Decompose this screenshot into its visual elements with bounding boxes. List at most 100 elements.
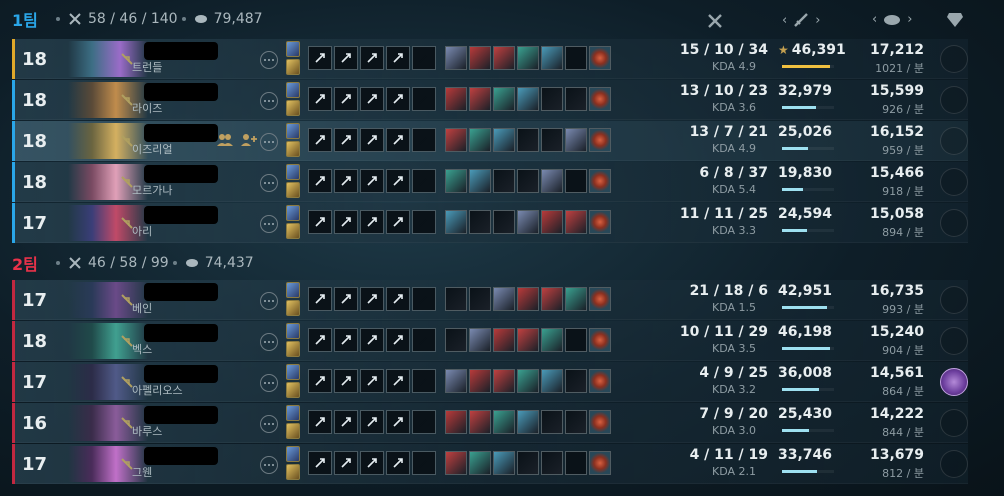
rune-slot[interactable] <box>308 46 332 70</box>
summoner-spell-2[interactable] <box>286 464 300 480</box>
item-slot[interactable] <box>517 210 539 234</box>
honor-badge[interactable] <box>940 127 968 155</box>
rune-slot[interactable] <box>360 128 384 152</box>
rune-slot[interactable] <box>360 451 384 475</box>
rune-slot[interactable] <box>334 210 358 234</box>
rune-slot[interactable] <box>360 87 384 111</box>
rune-slot[interactable] <box>412 46 436 70</box>
item-slot[interactable] <box>517 169 539 193</box>
item-slot[interactable] <box>469 210 491 234</box>
item-slot[interactable] <box>541 287 563 311</box>
item-slot[interactable] <box>445 128 467 152</box>
item-slot[interactable] <box>541 369 563 393</box>
summoner-spell-2[interactable] <box>286 141 300 157</box>
summoner-spell-2[interactable] <box>286 300 300 316</box>
summoner-spell-2[interactable] <box>286 182 300 198</box>
damage-column-header[interactable]: ‹ › <box>782 12 820 28</box>
item-slot[interactable] <box>445 210 467 234</box>
more-options-button[interactable] <box>260 133 278 151</box>
item-slot[interactable] <box>541 328 563 352</box>
more-options-button[interactable] <box>260 333 278 351</box>
rune-slot[interactable] <box>360 287 384 311</box>
rune-slot[interactable] <box>308 451 332 475</box>
rune-slot[interactable] <box>412 287 436 311</box>
honor-badge[interactable] <box>940 286 968 314</box>
summoner-spell-2[interactable] <box>286 223 300 239</box>
trinket-slot[interactable] <box>589 369 611 393</box>
item-slot[interactable] <box>541 128 563 152</box>
chevron-left-icon[interactable]: ‹ <box>872 12 877 27</box>
rune-slot[interactable] <box>386 169 410 193</box>
item-slot[interactable] <box>493 46 515 70</box>
item-slot[interactable] <box>565 369 587 393</box>
honor-badge[interactable] <box>940 409 968 437</box>
item-slot[interactable] <box>493 328 515 352</box>
item-slot[interactable] <box>445 451 467 475</box>
rune-slot[interactable] <box>308 328 332 352</box>
rune-slot[interactable] <box>334 451 358 475</box>
honor-badge[interactable] <box>940 368 968 396</box>
item-slot[interactable] <box>517 328 539 352</box>
rune-slot[interactable] <box>360 369 384 393</box>
player-row[interactable]: 18 모르가나 6 / 8 / 37 KDA 5.4 19,830 15,466… <box>12 162 968 202</box>
rune-slot[interactable] <box>334 87 358 111</box>
player-row[interactable]: 18 벡스 10 / 11 / 29 KDA 3.5 46,198 15,240… <box>12 321 968 361</box>
trinket-slot[interactable] <box>589 451 611 475</box>
item-slot[interactable] <box>565 410 587 434</box>
add-friend-icon[interactable] <box>240 133 258 147</box>
rune-slot[interactable] <box>308 369 332 393</box>
rune-slot[interactable] <box>386 287 410 311</box>
chevron-right-icon[interactable]: › <box>815 13 820 28</box>
item-slot[interactable] <box>445 328 467 352</box>
party-icon[interactable] <box>216 133 234 147</box>
summoner-spell-2[interactable] <box>286 100 300 116</box>
player-row[interactable]: 17 베인 21 / 18 / 6 KDA 1.5 42,951 16,735 … <box>12 280 968 320</box>
item-slot[interactable] <box>445 87 467 111</box>
honor-badge[interactable] <box>940 209 968 237</box>
rune-slot[interactable] <box>386 46 410 70</box>
item-slot[interactable] <box>445 46 467 70</box>
item-slot[interactable] <box>493 87 515 111</box>
item-slot[interactable] <box>469 410 491 434</box>
summoner-spell-1[interactable] <box>286 164 300 180</box>
trinket-slot[interactable] <box>589 87 611 111</box>
trinket-slot[interactable] <box>589 287 611 311</box>
item-slot[interactable] <box>469 369 491 393</box>
rune-slot[interactable] <box>412 128 436 152</box>
item-slot[interactable] <box>541 46 563 70</box>
item-slot[interactable] <box>517 128 539 152</box>
item-slot[interactable] <box>469 451 491 475</box>
summoner-spell-1[interactable] <box>286 82 300 98</box>
rune-slot[interactable] <box>386 128 410 152</box>
rune-slot[interactable] <box>412 451 436 475</box>
item-slot[interactable] <box>493 210 515 234</box>
more-options-button[interactable] <box>260 415 278 433</box>
rune-slot[interactable] <box>334 369 358 393</box>
item-slot[interactable] <box>541 87 563 111</box>
item-slot[interactable] <box>517 287 539 311</box>
item-slot[interactable] <box>493 287 515 311</box>
item-slot[interactable] <box>517 46 539 70</box>
item-slot[interactable] <box>565 210 587 234</box>
item-slot[interactable] <box>517 451 539 475</box>
rune-slot[interactable] <box>412 169 436 193</box>
summoner-spell-1[interactable] <box>286 282 300 298</box>
trinket-slot[interactable] <box>589 128 611 152</box>
rune-slot[interactable] <box>412 369 436 393</box>
trinket-slot[interactable] <box>589 46 611 70</box>
chevron-left-icon[interactable]: ‹ <box>782 13 787 28</box>
item-slot[interactable] <box>469 287 491 311</box>
item-slot[interactable] <box>517 369 539 393</box>
item-slot[interactable] <box>445 287 467 311</box>
rune-slot[interactable] <box>386 451 410 475</box>
honor-badge[interactable] <box>940 45 968 73</box>
player-row[interactable]: 18 트런들 15 / 10 / 34 KDA 4.9 ★ 46,391 17,2… <box>12 39 968 79</box>
trinket-slot[interactable] <box>589 210 611 234</box>
rune-slot[interactable] <box>334 410 358 434</box>
item-slot[interactable] <box>565 87 587 111</box>
rune-slot[interactable] <box>334 287 358 311</box>
player-row[interactable]: 17 아펠리오스 4 / 9 / 25 KDA 3.2 36,008 14,56… <box>12 362 968 402</box>
item-slot[interactable] <box>565 451 587 475</box>
chevron-right-icon[interactable]: › <box>907 12 912 27</box>
more-options-button[interactable] <box>260 215 278 233</box>
